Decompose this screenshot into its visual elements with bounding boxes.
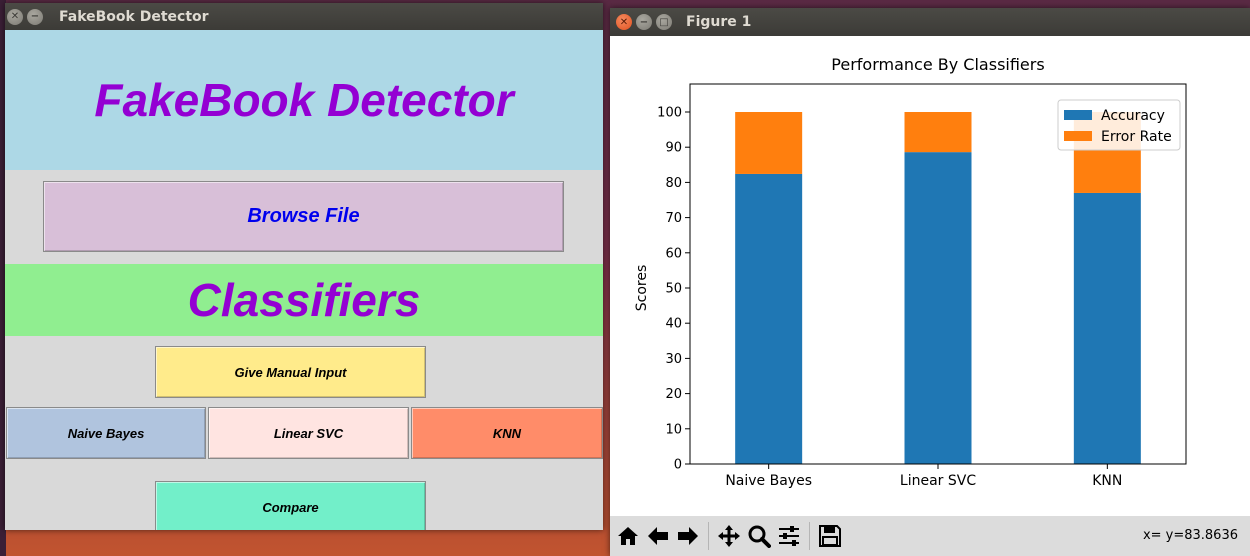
y-axis-label: Scores: [634, 265, 650, 312]
bar-accuracy: [735, 173, 803, 464]
configure-subplots-icon[interactable]: [774, 521, 804, 551]
chart-title: Performance By Classifiers: [831, 55, 1044, 74]
y-tick-label: 40: [665, 317, 682, 332]
app-body: FakeBook Detector Browse File Classifier…: [5, 30, 603, 530]
classifiers-banner: Classifiers: [5, 264, 603, 336]
x-tick-label: KNN: [1092, 473, 1122, 489]
minimize-button[interactable]: −: [27, 8, 43, 25]
y-tick-label: 90: [665, 141, 682, 156]
app-header-title: FakeBook Detector: [94, 74, 514, 126]
x-tick-label: Linear SVC: [900, 473, 976, 489]
cursor-coordinate-readout: x= y=83.8636: [1142, 528, 1238, 543]
bar-error-rate: [904, 112, 972, 153]
y-tick-label: 100: [657, 106, 682, 121]
y-tick-label: 30: [665, 352, 682, 367]
home-icon[interactable]: [613, 521, 643, 551]
plot-canvas[interactable]: Performance By Classifiers 0 10 20 30 40 50 60 7…: [610, 36, 1250, 516]
knn-button[interactable]: KNN: [411, 407, 603, 459]
maximize-button[interactable]: □: [656, 14, 672, 30]
fakebook-detector-window: ✕ − FakeBook Detector FakeBook Detector …: [5, 3, 603, 530]
y-tick-label: 20: [665, 387, 682, 402]
close-button[interactable]: ✕: [616, 14, 632, 30]
linear-svc-button[interactable]: Linear SVC: [208, 407, 409, 459]
pan-icon[interactable]: [714, 521, 744, 551]
minimize-button[interactable]: −: [636, 14, 652, 30]
y-tick-label: 50: [665, 282, 682, 297]
legend-swatch: [1064, 110, 1092, 120]
zoom-icon[interactable]: [744, 521, 774, 551]
close-button[interactable]: ✕: [7, 8, 23, 25]
y-tick-label: 0: [674, 458, 682, 473]
bar-accuracy: [1073, 192, 1141, 464]
y-tick-label: 60: [665, 246, 682, 261]
browse-file-button[interactable]: Browse File: [43, 181, 564, 252]
naive-bayes-button[interactable]: Naive Bayes: [6, 407, 206, 459]
window-title: FakeBook Detector: [59, 8, 209, 25]
figure-titlebar[interactable]: ✕ − □ Figure 1: [610, 8, 1250, 36]
x-tick-label: Naive Bayes: [725, 473, 812, 489]
legend-label: Accuracy: [1101, 108, 1165, 124]
toolbar-separator: [708, 522, 709, 550]
legend-swatch: [1064, 131, 1092, 141]
y-tick-label: 70: [665, 211, 682, 226]
save-icon[interactable]: [815, 521, 845, 551]
classifiers-heading: Classifiers: [187, 274, 421, 326]
toolbar-separator: [809, 522, 810, 550]
navigation-toolbar: x= y=83.8636: [610, 516, 1250, 556]
figure-title: Figure 1: [686, 14, 752, 30]
back-arrow-icon[interactable]: [643, 521, 673, 551]
compare-button[interactable]: Compare: [155, 481, 426, 530]
give-manual-input-button[interactable]: Give Manual Input: [155, 346, 426, 398]
app-header: FakeBook Detector: [5, 30, 603, 170]
window-titlebar[interactable]: ✕ − FakeBook Detector: [5, 3, 603, 30]
figure-window: ✕ − □ Figure 1 Performance By Classifier…: [610, 8, 1250, 556]
legend-label: Error Rate: [1101, 129, 1172, 145]
forward-arrow-icon[interactable]: [673, 521, 703, 551]
bar-accuracy: [904, 152, 972, 464]
bar-error-rate: [735, 112, 803, 174]
bar-chart: Performance By Classifiers 0 10 20 30 40 50 60 7…: [634, 55, 1187, 489]
y-tick-label: 80: [665, 176, 682, 191]
y-tick-label: 10: [665, 422, 682, 437]
